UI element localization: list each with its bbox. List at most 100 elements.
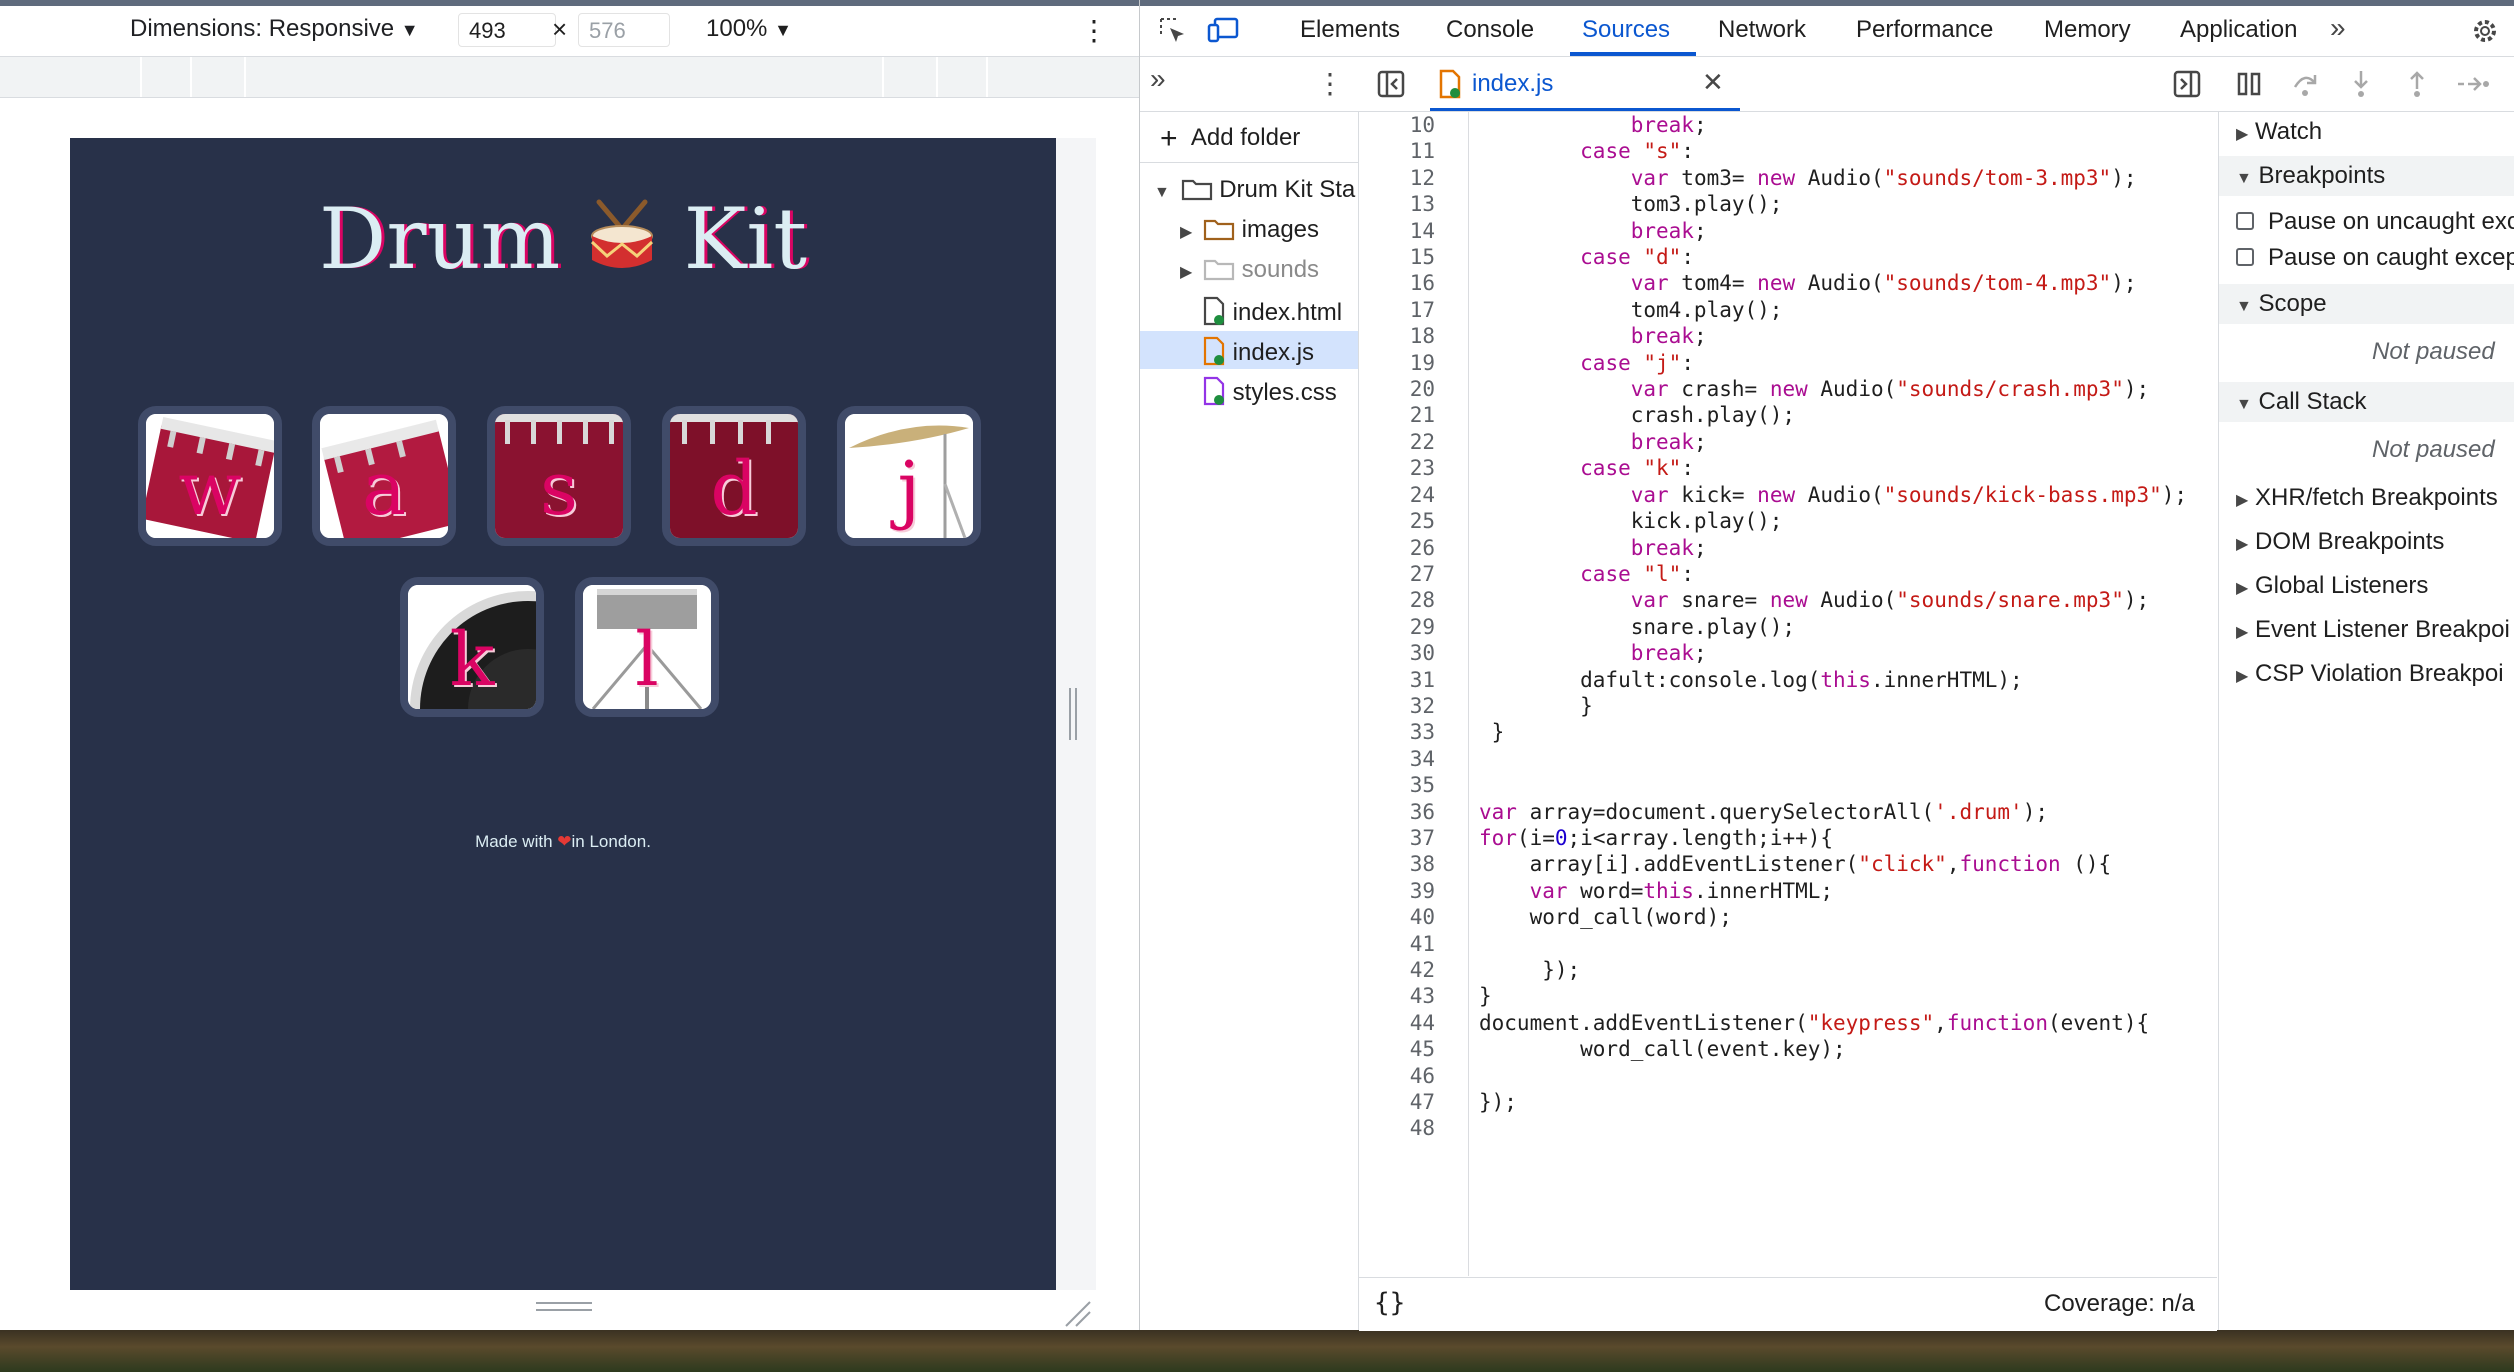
code-line[interactable]: 33 } (1359, 719, 2217, 745)
toggle-navigator-icon[interactable] (1376, 69, 1406, 99)
code-line[interactable]: 43} (1359, 983, 2217, 1009)
line-number[interactable]: 33 (1359, 719, 1435, 745)
line-number[interactable]: 16 (1359, 270, 1435, 296)
pause-caught-checkbox[interactable] (2236, 248, 2254, 266)
drum-button-w[interactable]: w (138, 406, 282, 546)
line-number[interactable]: 40 (1359, 904, 1435, 930)
section-global-listeners[interactable]: ▶ Global Listeners (2236, 572, 2428, 600)
code-line[interactable]: 21 crash.play(); (1359, 402, 2217, 428)
ruler-segment[interactable] (190, 57, 192, 97)
step-into-icon[interactable] (2346, 69, 2376, 99)
code-line[interactable]: 14 break; (1359, 218, 2217, 244)
code-line[interactable]: 20 var crash= new Audio("sounds/crash.mp… (1359, 376, 2217, 402)
code-line[interactable]: 48 (1359, 1115, 2217, 1141)
code-line[interactable]: 22 break; (1359, 429, 2217, 455)
line-number[interactable]: 19 (1359, 350, 1435, 376)
code-line[interactable]: 23 case "k": (1359, 455, 2217, 481)
tab-elements[interactable]: Elements (1300, 16, 1400, 44)
code-line[interactable]: 35 (1359, 772, 2217, 798)
line-number[interactable]: 15 (1359, 244, 1435, 270)
settings-gear-icon[interactable] (2470, 16, 2500, 46)
line-number[interactable]: 31 (1359, 667, 1435, 693)
line-number[interactable]: 20 (1359, 376, 1435, 402)
code-lines[interactable]: 10 break; 11 case "s": 12 var tom3= new Au… (1359, 112, 2217, 1142)
section-csp-violation-breakpoints[interactable]: ▶ CSP Violation Breakpoi (2236, 660, 2504, 688)
zoom-dropdown[interactable]: 100% ▼ (706, 15, 792, 43)
code-line[interactable]: 25 kick.play(); (1359, 508, 2217, 534)
line-number[interactable]: 41 (1359, 931, 1435, 957)
code-line[interactable]: 15 case "d": (1359, 244, 2217, 270)
section-xhr-breakpoints[interactable]: ▶ XHR/fetch Breakpoints (2236, 484, 2498, 512)
step-over-icon[interactable] (2290, 69, 2320, 99)
line-number[interactable]: 23 (1359, 455, 1435, 481)
code-line[interactable]: 37 for(i=0;i<array.length;i++){ (1359, 825, 2217, 851)
viewport-resize-corner-icon[interactable] (1062, 1298, 1092, 1328)
code-line[interactable]: 42 }); (1359, 957, 2217, 983)
line-number[interactable]: 36 (1359, 799, 1435, 825)
line-number[interactable]: 37 (1359, 825, 1435, 851)
more-tabs-chevron-icon[interactable]: » (2330, 12, 2346, 44)
show-more-panels-chevron-icon[interactable]: » (1150, 63, 1166, 95)
code-line[interactable]: 24 var kick= new Audio("sounds/kick-bass… (1359, 482, 2217, 508)
tree-item-sounds[interactable]: ▶ sounds (1180, 256, 1319, 284)
viewport-resize-handle-right[interactable] (1068, 688, 1078, 740)
drum-button-d[interactable]: d (662, 406, 806, 546)
section-call-stack[interactable]: ▼ Call Stack (2236, 388, 2367, 416)
close-tab-icon[interactable]: ✕ (1702, 67, 1724, 98)
code-line[interactable]: 12 var tom3= new Audio("sounds/tom-3.mp3… (1359, 165, 2217, 191)
file-tab-index-js[interactable]: index.js ✕ (1430, 57, 1740, 111)
section-breakpoints[interactable]: ▼ Breakpoints (2236, 162, 2385, 190)
tab-network[interactable]: Network (1718, 16, 1806, 44)
code-line[interactable]: 30 break; (1359, 640, 2217, 666)
line-number[interactable]: 22 (1359, 429, 1435, 455)
line-number[interactable]: 12 (1359, 165, 1435, 191)
pause-script-icon[interactable] (2234, 69, 2264, 99)
line-number[interactable]: 34 (1359, 746, 1435, 772)
drum-button-a[interactable]: a (312, 406, 456, 546)
tree-item-styles-css[interactable]: styles.css (1202, 376, 1337, 407)
viewport-resize-handle-bottom[interactable] (536, 1300, 592, 1314)
navigator-menu-icon[interactable]: ⋮ (1316, 67, 1344, 100)
section-event-listener-breakpoints[interactable]: ▶ Event Listener Breakpoi (2236, 616, 2510, 644)
line-number[interactable]: 28 (1359, 587, 1435, 613)
code-line[interactable]: 11 case "s": (1359, 138, 2217, 164)
line-number[interactable]: 42 (1359, 957, 1435, 983)
line-number[interactable]: 25 (1359, 508, 1435, 534)
ruler-segment[interactable] (882, 57, 884, 97)
line-number[interactable]: 10 (1359, 112, 1435, 138)
code-line[interactable]: 29 snare.play(); (1359, 614, 2217, 640)
tree-item-index-js[interactable]: index.js (1202, 336, 1314, 367)
code-line[interactable]: 47}); (1359, 1089, 2217, 1115)
drum-button-j[interactable]: j (837, 406, 981, 546)
line-number[interactable]: 30 (1359, 640, 1435, 666)
line-number[interactable]: 47 (1359, 1089, 1435, 1115)
code-line[interactable]: 38 array[i].addEventListener("click",fun… (1359, 851, 2217, 877)
tab-application[interactable]: Application (2180, 16, 2297, 44)
line-number[interactable]: 21 (1359, 402, 1435, 428)
code-line[interactable]: 27 case "l": (1359, 561, 2217, 587)
section-dom-breakpoints[interactable]: ▶ DOM Breakpoints (2236, 528, 2444, 556)
tree-item-images[interactable]: ▶ images (1180, 216, 1319, 244)
code-line[interactable]: 10 break; (1359, 112, 2217, 138)
ruler-segment[interactable] (140, 57, 142, 97)
line-number[interactable]: 44 (1359, 1010, 1435, 1036)
add-folder-button[interactable]: + Add folder (1160, 122, 1300, 156)
code-line[interactable]: 16 var tom4= new Audio("sounds/tom-4.mp3… (1359, 270, 2217, 296)
code-line[interactable]: 18 break; (1359, 323, 2217, 349)
code-line[interactable]: 13 tom3.play(); (1359, 191, 2217, 217)
line-number[interactable]: 38 (1359, 851, 1435, 877)
line-number[interactable]: 32 (1359, 693, 1435, 719)
code-line[interactable]: 28 var snare= new Audio("sounds/snare.mp… (1359, 587, 2217, 613)
width-input[interactable]: 493 (458, 13, 556, 47)
tree-item-root[interactable]: ▼ Drum Kit Sta (1154, 176, 1358, 204)
tab-performance[interactable]: Performance (1856, 16, 1993, 44)
line-number[interactable]: 29 (1359, 614, 1435, 640)
drum-button-s[interactable]: s (487, 406, 631, 546)
code-line[interactable]: 34 (1359, 746, 2217, 772)
ruler-segment[interactable] (986, 57, 988, 97)
tab-console[interactable]: Console (1446, 16, 1534, 44)
line-number[interactable]: 24 (1359, 482, 1435, 508)
code-line[interactable]: 41 (1359, 931, 2217, 957)
more-options-icon[interactable]: ⋮ (1080, 14, 1108, 47)
step-icon[interactable] (2456, 69, 2490, 99)
